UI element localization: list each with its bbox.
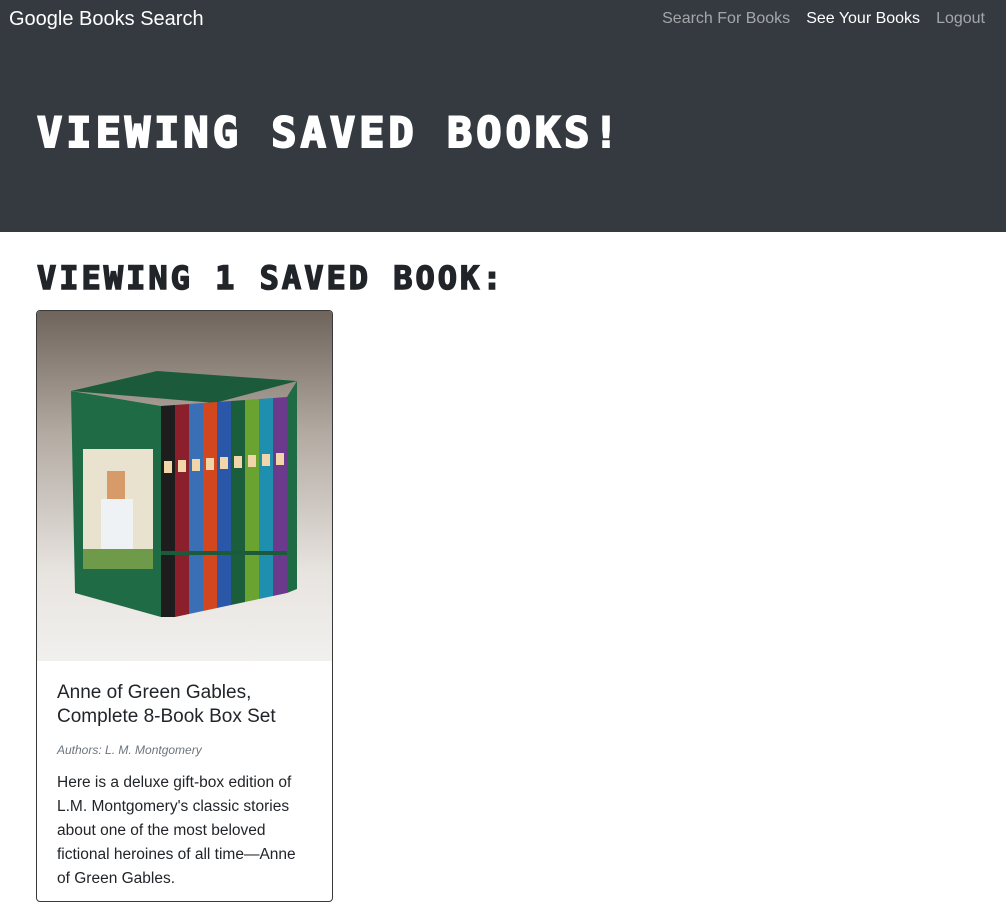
book-authors: Authors: L. M. Montgomery <box>57 743 202 757</box>
nav-links: Search For Books See Your Books Logout <box>662 10 985 28</box>
book-card-body: Anne of Green Gables, Complete 8-Book Bo… <box>57 681 307 891</box>
navbar: Google Books Search Search For Books See… <box>0 0 1006 40</box>
book-card: Anne of Green Gables, Complete 8-Book Bo… <box>36 310 333 902</box>
book-description: Here is a deluxe gift-box edition of L.M… <box>57 774 296 887</box>
saved-count-heading: Viewing 1 saved book: <box>36 258 505 298</box>
nav-link-search-for-books[interactable]: Search For Books <box>662 10 790 28</box>
hero-banner: Viewing saved books! <box>0 40 1006 232</box>
page-title: Viewing saved books! <box>36 107 623 158</box>
book-cover-image <box>37 311 332 661</box>
nav-link-logout[interactable]: Logout <box>936 10 985 28</box>
book-title: Anne of Green Gables, Complete 8-Book Bo… <box>57 682 276 727</box>
brand-link[interactable]: Google Books Search <box>9 8 204 31</box>
nav-link-see-your-books[interactable]: See Your Books <box>806 10 920 28</box>
